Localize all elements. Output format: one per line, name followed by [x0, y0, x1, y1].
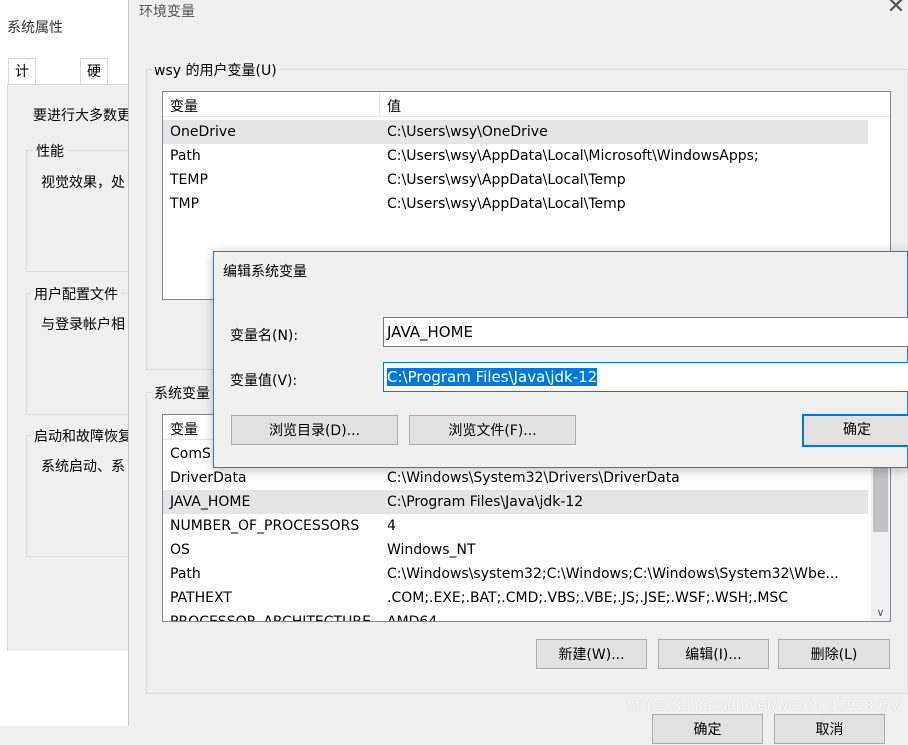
dialog-ok-button[interactable]: 确定 [802, 414, 908, 447]
variable-name: NUMBER_OF_PROCESSORS [170, 518, 360, 534]
watermark: https://blog.csdn.net/weixin_43918957 [627, 698, 901, 714]
column-header-variable[interactable]: 变量 [170, 419, 198, 439]
variable-name: TEMP [170, 172, 208, 188]
variable-value: 4 [387, 518, 396, 534]
intro-text: 要进行大多数更 [33, 108, 131, 124]
window-title: 系统属性 [7, 20, 63, 36]
list-item[interactable]: OneDrive C:\Users\wsy\OneDrive [163, 120, 868, 144]
variable-name: TMP [170, 196, 200, 212]
column-header-variable[interactable]: 变量 [170, 96, 198, 116]
variable-value: C:\Windows\System32\Drivers\DriverData [387, 470, 680, 486]
column-header-value[interactable]: 值 [387, 96, 401, 116]
variable-value: C:\Users\wsy\OneDrive [387, 124, 548, 140]
variable-value: C:\Users\wsy\AppData\Local\Temp [387, 172, 626, 188]
list-item[interactable]: DriverData C:\Windows\System32\Drivers\D… [163, 466, 868, 490]
variable-name: Path [170, 566, 201, 582]
list-item[interactable]: NUMBER_OF_PROCESSORS 4 [163, 514, 868, 538]
variable-name: PROCESSOR_ARCHITECTURE [170, 614, 371, 622]
system-properties-window: 系统属性 计算机名 硬件 要进行大多数更 性能 视觉效果，处 用户配置文件 与登… [0, 0, 147, 726]
variable-name: JAVA_HOME [170, 494, 251, 510]
close-icon[interactable]: ✕ [885, 0, 907, 19]
variable-name-field[interactable]: JAVA_HOME [383, 317, 908, 347]
variable-name: PATHEXT [170, 590, 232, 606]
variable-name: Path [170, 148, 201, 164]
variable-value-field[interactable]: C:\Program Files\Java\jdk-12 [383, 362, 908, 392]
variable-value: C:\Program Files\Java\jdk-12 [387, 494, 584, 510]
column-separator[interactable] [379, 92, 380, 116]
list-item[interactable]: PATHEXT .COM;.EXE;.BAT;.CMD;.VBS;.VBE;.J… [163, 586, 868, 610]
env-ok-button[interactable]: 确定 [652, 714, 763, 744]
variable-name: DriverData [170, 470, 247, 486]
list-item[interactable]: TEMP C:\Users\wsy\AppData\Local\Temp [163, 168, 868, 192]
tab-computer-name[interactable]: 计算机名 [8, 58, 36, 158]
variable-name: OS [170, 542, 190, 558]
user-profiles-text: 与登录帐户相 [41, 317, 125, 333]
window-title: 环境变量 [139, 4, 195, 20]
list-item[interactable]: Path C:\Users\wsy\AppData\Local\Microsof… [163, 144, 868, 168]
variable-name: ComS [170, 446, 211, 462]
dialog-title: 编辑系统变量 [223, 264, 307, 280]
edit-system-variable-dialog: 编辑系统变量 变量名(N): JAVA_HOME 变量值(V): C:\Prog… [213, 251, 908, 468]
user-profiles-label: 用户配置文件 [31, 284, 121, 304]
list-item[interactable]: OS Windows_NT [163, 538, 868, 562]
tab-hardware[interactable]: 硬件 [80, 58, 108, 106]
variable-value: C:\Windows\system32;C:\Windows;C:\Window… [387, 566, 839, 582]
variable-name: OneDrive [170, 124, 236, 140]
browse-directory-button[interactable]: 浏览目录(D)... [231, 415, 398, 445]
startup-recovery-label: 启动和故障恢复 [31, 426, 135, 446]
list-item[interactable]: JAVA_HOME C:\Program Files\Java\jdk-12 [163, 490, 868, 514]
system-variables-label: 系统变量 [152, 383, 212, 403]
env-cancel-button[interactable]: 取消 [774, 714, 885, 744]
variable-value: .COM;.EXE;.BAT;.CMD;.VBS;.VBE;.JS;.JSE;.… [387, 590, 789, 606]
chevron-down-icon[interactable]: ∨ [871, 606, 890, 619]
startup-recovery-text: 系统启动、系 [41, 459, 125, 475]
variable-value: AMD64 [387, 614, 438, 622]
new-button[interactable]: 新建(W)... [536, 639, 647, 669]
variable-value: C:\Users\wsy\AppData\Local\Temp [387, 196, 626, 212]
list-item[interactable]: Path C:\Windows\system32;C:\Windows;C:\W… [163, 562, 868, 586]
user-variables-label: wsy 的用户变量(U) [152, 60, 279, 80]
performance-label: 性能 [33, 141, 67, 161]
list-header: 变量 值 [163, 92, 890, 117]
selected-text: C:\Program Files\Java\jdk-12 [387, 368, 598, 386]
variable-name-label: 变量名(N): [230, 328, 299, 344]
variable-value: C:\Users\wsy\AppData\Local\Microsoft\Win… [387, 148, 759, 164]
list-item[interactable]: PROCESSOR_ARCHITECTURE AMD64 [163, 610, 868, 622]
scrollbar-thumb[interactable] [873, 462, 888, 532]
variable-value: Windows_NT [387, 542, 476, 558]
variable-value-label: 变量值(V): [230, 373, 298, 389]
edit-button[interactable]: 编辑(I)... [658, 639, 769, 669]
delete-button[interactable]: 删除(L) [778, 639, 890, 669]
list-item[interactable]: TMP C:\Users\wsy\AppData\Local\Temp [163, 192, 868, 216]
browse-file-button[interactable]: 浏览文件(F)... [409, 415, 576, 445]
performance-text: 视觉效果，处 [41, 175, 125, 191]
